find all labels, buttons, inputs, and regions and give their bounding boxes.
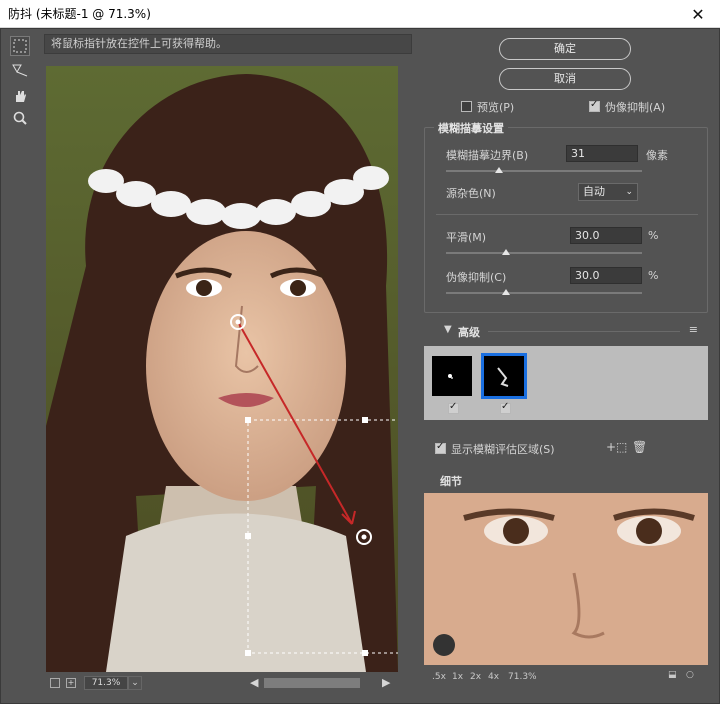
zoom-option[interactable]: 4x: [488, 672, 499, 682]
detail-zoom-options: .5x 1x 2x 4x 71.3% ⬓ ○: [424, 670, 708, 684]
preview-bottom-controls: + 71.3% ⌄ ◀ ▶: [46, 676, 398, 692]
scroll-left-icon[interactable]: ◀: [250, 676, 258, 689]
zoom-option[interactable]: .5x: [432, 672, 446, 682]
divider: [488, 331, 680, 332]
ok-button[interactable]: 确定: [499, 38, 631, 60]
zoom-option[interactable]: 71.3%: [508, 672, 537, 682]
blur-kernel-2[interactable]: [481, 353, 527, 399]
smooth-unit: %: [648, 229, 659, 242]
add-view-icon[interactable]: +: [66, 678, 76, 688]
horizontal-scrollbar[interactable]: [264, 678, 360, 688]
artifact-suppress-input[interactable]: 30.0: [570, 267, 642, 284]
artifact-slider-thumb[interactable]: [502, 289, 510, 295]
bounds-unit: 像素: [646, 149, 668, 162]
bounds-input[interactable]: 31: [566, 145, 638, 162]
marquee-icon: [13, 39, 27, 53]
show-region-checkbox[interactable]: [435, 441, 446, 454]
kernel-thumbnail: [497, 367, 509, 387]
hand-icon: [16, 91, 26, 102]
fit-view-icon[interactable]: [50, 678, 60, 688]
detail-image: [424, 493, 708, 665]
divider: [436, 214, 698, 215]
marquee-tool[interactable]: [10, 36, 30, 56]
smooth-input[interactable]: 30.0: [570, 227, 642, 244]
blur-kernel-1[interactable]: [432, 356, 472, 396]
export-icon[interactable]: ⬓: [668, 670, 677, 680]
detail-title: 细节: [440, 475, 462, 488]
zoom-icon: [13, 111, 27, 125]
blur-trace-icon: [12, 64, 28, 77]
close-icon[interactable]: ✕: [676, 0, 720, 28]
chevron-down-icon: ⌄: [625, 187, 633, 197]
panel-menu-icon[interactable]: ≡: [689, 323, 698, 336]
zoom-option[interactable]: 1x: [452, 672, 463, 682]
collapse-triangle-icon: ▼: [444, 324, 452, 335]
artifact-label: 伪像抑制(A): [605, 101, 666, 114]
noise-select-value: 自动: [583, 185, 605, 198]
kernel-2-checkbox[interactable]: [500, 401, 511, 414]
blur-trace-tool[interactable]: [10, 60, 30, 80]
advanced-title: 高级: [458, 326, 480, 339]
kernel-thumbnail: [448, 374, 453, 379]
blur-estimation-list: [424, 346, 708, 420]
unlock-icon[interactable]: ○: [686, 670, 694, 680]
bounds-slider-thumb[interactable]: [495, 167, 503, 173]
preview-checkbox[interactable]: [461, 101, 472, 112]
blur-trace-title: 模糊描摹设置: [434, 120, 508, 136]
cancel-button[interactable]: 取消: [499, 68, 631, 90]
detail-loupe[interactable]: [424, 493, 708, 665]
artifact-suppress-unit: %: [648, 269, 659, 282]
hand-tool[interactable]: [10, 86, 30, 106]
smooth-slider-track[interactable]: [446, 252, 642, 254]
zoom-tool[interactable]: [10, 108, 30, 128]
show-region-label: 显示模糊评估区域(S): [451, 443, 555, 456]
image-preview[interactable]: [46, 66, 398, 672]
add-estimation-icon[interactable]: +⬚: [606, 440, 627, 454]
artifact-slider-track[interactable]: [446, 292, 642, 294]
artifact-suppress-label: 伪像抑制(C): [446, 271, 507, 284]
preview-label: 预览(P): [477, 101, 515, 114]
chevron-down-icon[interactable]: ⌄: [128, 676, 142, 690]
zoom-option[interactable]: 2x: [470, 672, 481, 682]
artifact-checkbox[interactable]: [589, 99, 600, 112]
advanced-header[interactable]: ▼ 高级 ≡: [424, 323, 708, 340]
scroll-right-icon[interactable]: ▶: [382, 676, 390, 689]
window-title: 防抖 (未标题-1 @ 71.3%): [8, 7, 151, 21]
bounds-label: 模糊描摹边界(B): [446, 149, 529, 162]
noise-select[interactable]: 自动 ⌄: [578, 183, 638, 201]
hint-bar: 将鼠标指针放在控件上可获得帮助。: [44, 34, 412, 54]
window-titlebar: 防抖 (未标题-1 @ 71.3%) ✕: [0, 0, 720, 28]
portrait-image: [46, 66, 398, 672]
smooth-label: 平滑(M): [446, 231, 487, 244]
trash-icon[interactable]: 🗑: [632, 440, 647, 454]
smooth-slider-thumb[interactable]: [502, 249, 510, 255]
kernel-1-checkbox[interactable]: [448, 401, 459, 414]
noise-label: 源杂色(N): [446, 187, 496, 200]
bounds-slider-track[interactable]: [446, 170, 642, 172]
zoom-level-field[interactable]: 71.3%: [84, 676, 128, 690]
